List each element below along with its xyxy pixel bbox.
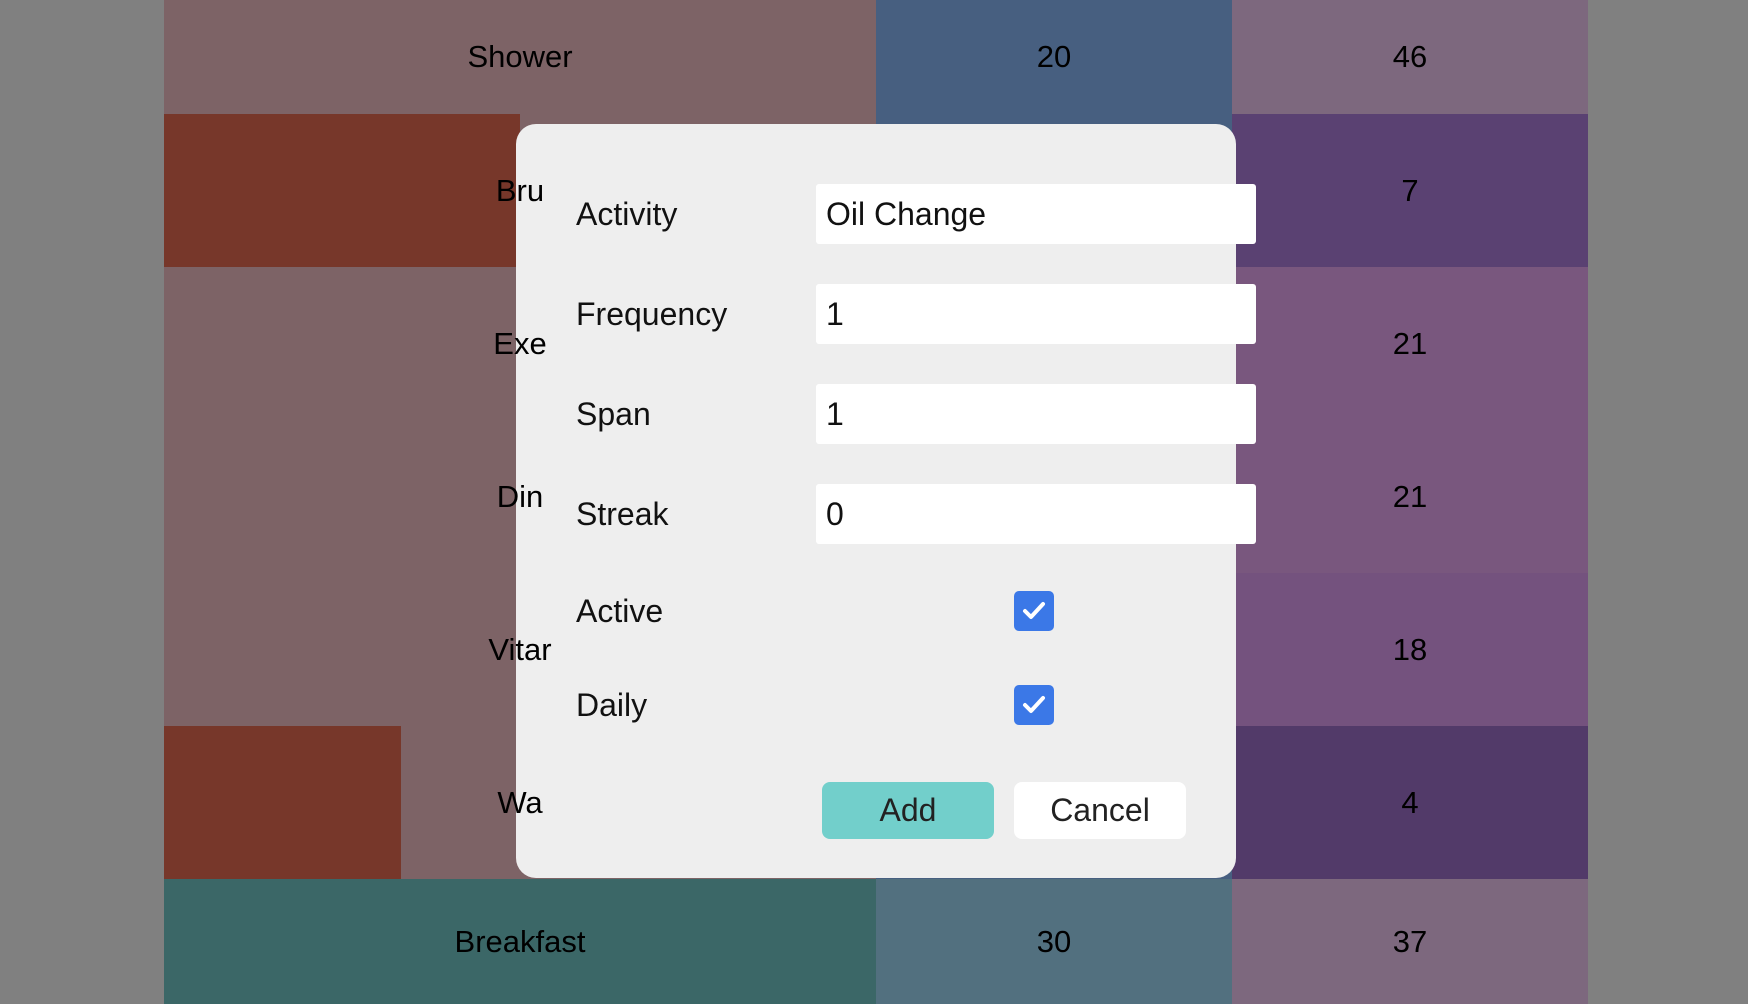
activity-input[interactable] [816, 184, 1256, 244]
span-input[interactable] [816, 384, 1256, 444]
activity-name: Shower [467, 39, 573, 74]
activity-label: Activity [576, 196, 678, 232]
activity-name: Vitar [488, 631, 552, 667]
active-checkbox[interactable] [1014, 591, 1054, 631]
streak-row: Streak [576, 484, 1256, 544]
checkmark-icon [1023, 602, 1045, 619]
frequency-label: Frequency [576, 296, 728, 332]
count-value: 30 [1036, 923, 1072, 959]
streak-value: 18 [1392, 631, 1428, 667]
daily-checkbox[interactable] [1014, 685, 1054, 725]
activity-row: Activity [576, 184, 1256, 244]
add-activity-dialog: Activity Frequency Span Streak Active Da… [516, 124, 1256, 878]
streak-value: 21 [1392, 478, 1428, 514]
streak-value: 37 [1392, 923, 1428, 959]
daily-label: Daily [576, 687, 648, 723]
modal-overlay: Activity Frequency Span Streak Active Da… [0, 0, 1748, 1004]
frequency-row: Frequency [576, 284, 1256, 344]
streak-value: 7 [1401, 172, 1419, 208]
daily-row: Daily [576, 685, 1196, 725]
active-row: Active [576, 591, 1196, 631]
activity-name: Exe [493, 325, 547, 361]
cancel-button[interactable]: Cancel [1014, 782, 1186, 839]
activity-name: Din [496, 478, 544, 514]
streak-label: Streak [576, 496, 669, 532]
activity-name: Breakfast [454, 923, 586, 959]
add-button[interactable]: Add [822, 782, 994, 839]
activity-name: Bru [495, 172, 545, 208]
span-row: Span [576, 384, 1256, 444]
streak-value: 21 [1392, 325, 1428, 361]
frequency-input[interactable] [816, 284, 1256, 344]
activity-name: Wa [497, 784, 543, 820]
active-label: Active [576, 593, 664, 629]
count-value: 20 [1036, 39, 1072, 74]
streak-input[interactable] [816, 484, 1256, 544]
streak-value: 46 [1392, 39, 1428, 74]
streak-value: 4 [1401, 784, 1419, 820]
span-label: Span [576, 396, 651, 432]
checkmark-icon [1023, 696, 1045, 713]
